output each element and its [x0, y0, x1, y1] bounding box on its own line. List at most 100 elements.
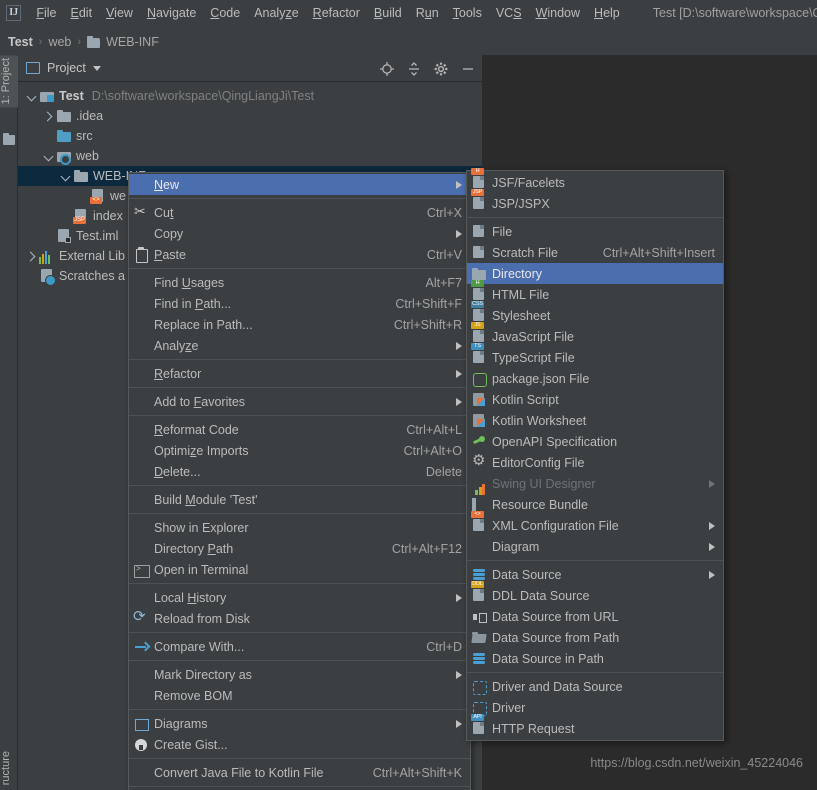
menu-item-remove-bom[interactable]: Remove BOM — [129, 685, 470, 706]
menu-item-jsf-facelets[interactable]: HJSF/Facelets — [467, 172, 723, 193]
menu-item-kotlin-worksheet[interactable]: Kotlin Worksheet — [467, 410, 723, 431]
menu-item-create-gist[interactable]: Create Gist... — [129, 734, 470, 755]
menu-item-refactor[interactable]: Refactor — [129, 363, 470, 384]
menu-item-shortcut: Ctrl+Shift+R — [394, 318, 462, 332]
menu-analyze[interactable]: Analyze — [247, 4, 305, 22]
menu-item-html-file[interactable]: HHTML File — [467, 284, 723, 305]
menu-item-copy[interactable]: Copy — [129, 223, 470, 244]
menu-item-stylesheet[interactable]: CSSStylesheet — [467, 305, 723, 326]
jsp-file-icon: JSP — [73, 208, 89, 224]
menu-item-package-json-file[interactable]: package.json File — [467, 368, 723, 389]
menu-item-label: HTML File — [489, 288, 715, 302]
breadcrumb-mid[interactable]: web — [48, 35, 71, 49]
menu-item-driver[interactable]: Driver — [467, 697, 723, 718]
menu-item-cut[interactable]: CutCtrl+X — [129, 202, 470, 223]
menu-item-typescript-file[interactable]: TSTypeScript File — [467, 347, 723, 368]
menu-item-label: Analyze — [151, 339, 446, 353]
locate-icon[interactable] — [379, 61, 395, 77]
menu-item-kotlin-script[interactable]: Kotlin Script — [467, 389, 723, 410]
menu-item-javascript-file[interactable]: JSJavaScript File — [467, 326, 723, 347]
menu-item-replace-in-path[interactable]: Replace in Path... Ctrl+Shift+R — [129, 314, 470, 335]
tree-node-test[interactable]: TestD:\software\workspace\QingLiangJi\Te… — [18, 86, 482, 106]
menu-item-label: Data Source — [489, 568, 699, 582]
menu-item-editorconfig-file[interactable]: EditorConfig File — [467, 452, 723, 473]
menu-item-convert-java-file-to-kotlin-file[interactable]: Convert Java File to Kotlin FileCtrl+Alt… — [129, 762, 470, 783]
menu-item-data-source-from-path[interactable]: Data Source from Path — [467, 627, 723, 648]
menu-item-resource-bundle[interactable]: Resource Bundle — [467, 494, 723, 515]
chevron-down-icon[interactable] — [43, 151, 54, 162]
menu-item-find-in-path[interactable]: Find in Path...Ctrl+Shift+F — [129, 293, 470, 314]
menu-separator — [129, 268, 470, 269]
menu-navigate[interactable]: Navigate — [140, 4, 203, 22]
menu-item-find-usages[interactable]: Find UsagesAlt+F7 — [129, 272, 470, 293]
menu-item-show-in-explorer[interactable]: Show in Explorer — [129, 517, 470, 538]
menu-item-optimize-imports[interactable]: Optimize ImportsCtrl+Alt+O — [129, 440, 470, 461]
tree-node--idea[interactable]: .idea — [18, 106, 482, 126]
menu-item-label: Replace in Path... — [151, 318, 378, 332]
menu-item-label: Directory — [489, 267, 715, 281]
chevron-right-icon[interactable] — [26, 251, 37, 262]
tree-node-web[interactable]: web — [18, 146, 482, 166]
menu-item-shortcut: Alt+F7 — [426, 276, 462, 290]
menu-item-reformat-code[interactable]: Reformat CodeCtrl+Alt+L — [129, 419, 470, 440]
chevron-down-icon[interactable] — [60, 171, 71, 182]
hide-icon[interactable] — [460, 61, 476, 77]
menu-vcs[interactable]: VCS — [489, 4, 529, 22]
menu-separator — [129, 359, 470, 360]
menu-run[interactable]: Run — [409, 4, 446, 22]
menu-item-build-module-test[interactable]: Build Module 'Test' — [129, 489, 470, 510]
collapse-all-icon[interactable] — [406, 61, 422, 77]
submenu-arrow-icon — [456, 342, 462, 350]
menu-refactor[interactable]: Refactor — [306, 4, 367, 22]
menu-item-directory[interactable]: Directory — [467, 263, 723, 284]
menu-item-shortcut: Ctrl+Alt+F12 — [392, 542, 462, 556]
tree-node-src[interactable]: src — [18, 126, 482, 146]
menu-item-reload-from-disk[interactable]: Reload from Disk — [129, 608, 470, 629]
chevron-down-icon[interactable] — [26, 91, 37, 102]
menu-item-ddl-data-source[interactable]: DDLDDL Data Source — [467, 585, 723, 606]
menu-item-data-source-from-url[interactable]: Data Source from URL — [467, 606, 723, 627]
menu-item-data-source-in-path[interactable]: Data Source in Path — [467, 648, 723, 669]
driver-icon — [471, 679, 489, 695]
menu-item-directory-path[interactable]: Directory PathCtrl+Alt+F12 — [129, 538, 470, 559]
chevron-down-icon[interactable] — [93, 66, 101, 71]
menu-item-driver-and-data-source[interactable]: Driver and Data Source — [467, 676, 723, 697]
menu-item-http-request[interactable]: APIHTTP Request — [467, 718, 723, 739]
menu-file[interactable]: File — [29, 4, 63, 22]
gear-icon[interactable] — [433, 61, 449, 77]
menu-item-local-history[interactable]: Local History — [129, 587, 470, 608]
folder-icon — [56, 108, 72, 124]
menu-item-label: Kotlin Worksheet — [489, 414, 715, 428]
menu-help[interactable]: Help — [587, 4, 627, 22]
sidebar-item-project[interactable]: 1: Project — [0, 55, 18, 107]
menu-item-open-in-terminal[interactable]: Open in Terminal — [129, 559, 470, 580]
menu-item-compare-with[interactable]: Compare With...Ctrl+D — [129, 636, 470, 657]
sidebar-item-structure[interactable]: ructure — [0, 748, 18, 788]
menu-item-paste[interactable]: PasteCtrl+V — [129, 244, 470, 265]
menu-item-add-to-favorites[interactable]: Add to Favorites — [129, 391, 470, 412]
menu-view[interactable]: View — [99, 4, 140, 22]
menu-code[interactable]: Code — [203, 4, 247, 22]
menu-item-new[interactable]: New — [129, 174, 470, 195]
menu-item-diagrams[interactable]: Diagrams — [129, 713, 470, 734]
menu-tools[interactable]: Tools — [446, 4, 489, 22]
folder-icon — [87, 37, 101, 48]
menu-item-openapi-specification[interactable]: OpenAPI Specification — [467, 431, 723, 452]
menu-item-file[interactable]: File — [467, 221, 723, 242]
menu-item-mark-directory-as[interactable]: Mark Directory as — [129, 664, 470, 685]
breadcrumb-root[interactable]: Test — [8, 35, 33, 49]
menu-window[interactable]: Window — [529, 4, 587, 22]
menu-item-data-source[interactable]: Data Source — [467, 564, 723, 585]
menu-item-scratch-file[interactable]: Scratch FileCtrl+Alt+Shift+Insert — [467, 242, 723, 263]
menu-item-diagram[interactable]: Diagram — [467, 536, 723, 557]
icon-slot — [133, 275, 151, 291]
menu-item-jsp-jspx[interactable]: JSPJSP/JSPX — [467, 193, 723, 214]
breadcrumb-leaf[interactable]: WEB-INF — [106, 35, 159, 49]
menu-item-label: Driver and Data Source — [489, 680, 715, 694]
menu-build[interactable]: Build — [367, 4, 409, 22]
menu-item-delete[interactable]: Delete...Delete — [129, 461, 470, 482]
menu-item-xml-configuration-file[interactable]: <>XML Configuration File — [467, 515, 723, 536]
menu-item-analyze[interactable]: Analyze — [129, 335, 470, 356]
chevron-right-icon[interactable] — [43, 111, 54, 122]
menu-edit[interactable]: Edit — [64, 4, 100, 22]
